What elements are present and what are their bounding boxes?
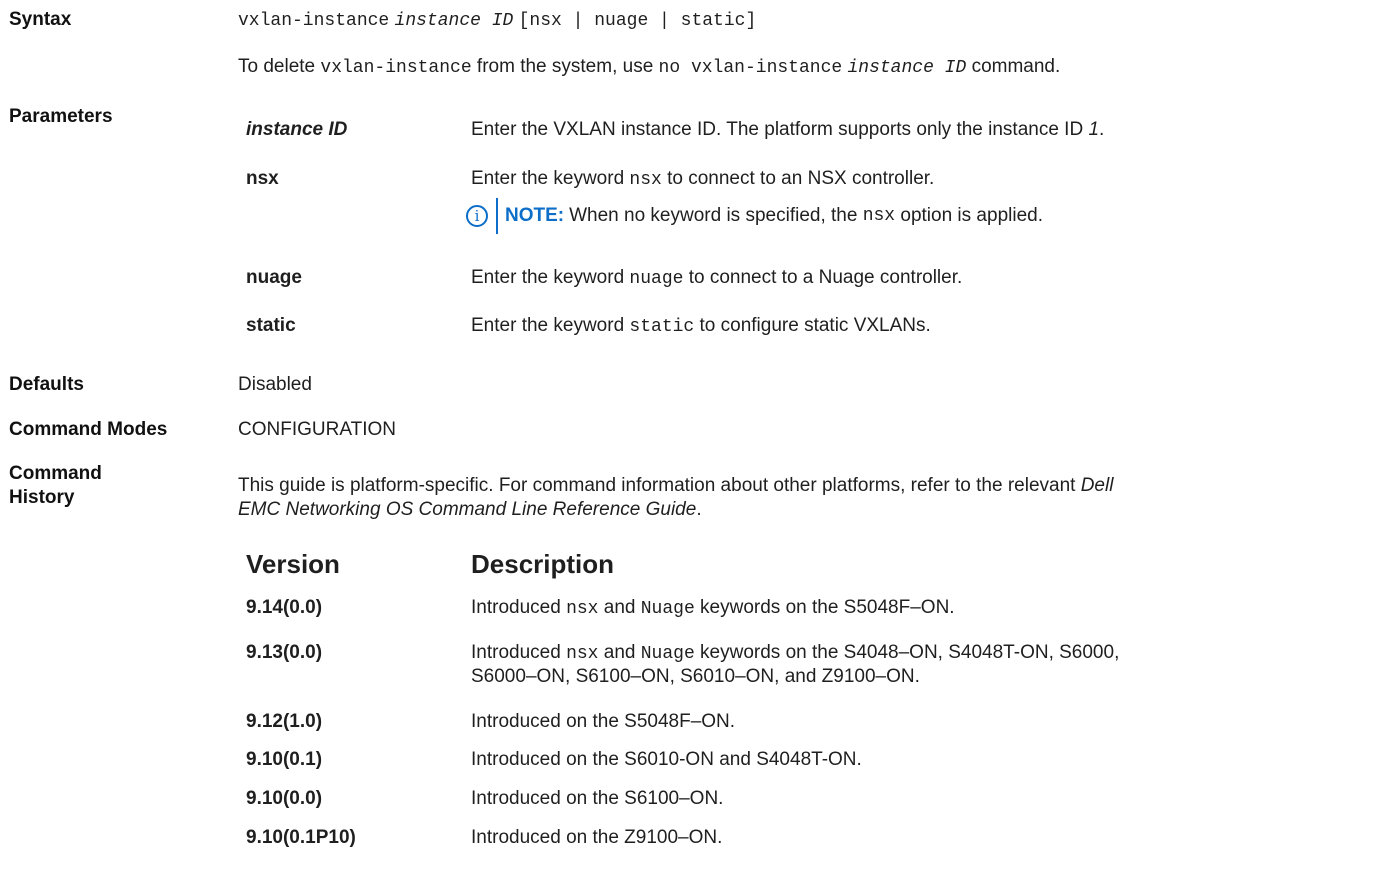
command-history-label-line2: History <box>9 487 75 508</box>
delete-prefix: To delete <box>238 56 316 77</box>
history-row-description: Introduced on the S5048F–ON. <box>471 711 736 732</box>
history-row-version: 9.10(0.0) <box>246 788 323 809</box>
delete-command: vxlan-instance <box>320 58 472 78</box>
param-desc-emphasis: 1 <box>1088 119 1100 140</box>
syntax-label: Syntax <box>9 9 72 30</box>
row-text: and <box>603 642 636 663</box>
param-desc-instance-id: Enter the VXLAN instance ID. The platfor… <box>471 118 1104 142</box>
history-row-version: 9.14(0.0) <box>246 597 323 618</box>
history-row-description: Introduced on the Z9100–ON. <box>471 827 723 848</box>
history-row-version: 9.10(0.1P10) <box>246 827 356 848</box>
delete-argument: instance ID <box>847 58 967 78</box>
row-code: Nuage <box>640 599 695 619</box>
param-desc-end: to connect to a Nuage controller. <box>688 267 963 288</box>
param-term-static: static <box>246 315 296 336</box>
row-text: keywords on the S4048–ON, S4048T-ON, S60… <box>700 642 1120 663</box>
param-term-instance-id: instance ID <box>246 119 348 140</box>
param-desc-code: static <box>629 317 695 337</box>
param-desc-end: to configure static VXLANs. <box>699 315 931 336</box>
syntax-command: vxlan-instance <box>238 11 390 31</box>
note-text-post: option is applied. <box>900 205 1043 226</box>
delete-no-command: no vxlan-instance <box>658 58 843 78</box>
param-desc-text: Enter the VXLAN instance ID. The platfor… <box>471 119 1084 140</box>
note-code: nsx <box>862 206 896 226</box>
history-intro-line1: This guide is platform-specific. For com… <box>238 474 1113 498</box>
syntax-line: vxlan-instance instance ID [nsx | nuage … <box>238 8 756 33</box>
history-col-version: Version <box>246 549 340 579</box>
command-modes-value: CONFIGURATION <box>238 419 396 440</box>
note-divider <box>496 198 498 234</box>
command-history-label: Command History <box>9 462 102 510</box>
history-intro-emphasis: Dell <box>1080 475 1114 496</box>
command-history-label-line1: Command <box>9 463 102 484</box>
syntax-delete-line: To delete vxlan-instance from the system… <box>238 55 1060 80</box>
history-intro-guide-title: EMC Networking OS Command Line Reference… <box>238 499 697 520</box>
param-desc-code: nsx <box>629 170 662 190</box>
param-desc-end: to connect to an NSX controller. <box>667 168 935 189</box>
delete-suffix: command. <box>971 56 1061 77</box>
delete-mid: from the system, use <box>476 56 654 77</box>
param-desc-end: . <box>1099 119 1105 140</box>
defaults-label: Defaults <box>9 374 84 395</box>
parameters-label: Parameters <box>9 106 113 127</box>
history-row-description: Introduced nsx and Nuage keywords on the… <box>471 641 1119 666</box>
note-box: i NOTE: When no keyword is specified, th… <box>466 198 1043 234</box>
row-text: Introduced <box>471 597 561 618</box>
param-desc-nuage: Enter the keyword nuage to connect to a … <box>471 266 962 291</box>
param-term-nuage: nuage <box>246 267 302 288</box>
history-row-description: Introduced on the S6010-ON and S4048T-ON… <box>471 749 862 770</box>
row-code: nsx <box>566 644 599 664</box>
history-row-version: 9.12(1.0) <box>246 711 323 732</box>
note-label: NOTE: <box>505 205 565 226</box>
row-code: Nuage <box>640 644 695 664</box>
param-term-nsx: nsx <box>246 168 279 189</box>
note-text-pre: When no keyword is specified, the <box>569 205 858 226</box>
param-desc-text: Enter the keyword <box>471 168 625 189</box>
syntax-argument: instance ID <box>394 11 514 31</box>
row-text: and <box>603 597 636 618</box>
row-code: nsx <box>566 599 599 619</box>
history-intro-line2: EMC Networking OS Command Line Reference… <box>238 498 702 522</box>
row-text: keywords on the S5048F–ON. <box>700 597 955 618</box>
command-modes-label: Command Modes <box>9 419 168 440</box>
syntax-options: [nsx | nuage | static] <box>518 11 757 31</box>
history-col-description: Description <box>471 549 615 579</box>
history-row-version: 9.10(0.1) <box>246 749 323 770</box>
history-row-description: Introduced on the S6100–ON. <box>471 788 724 809</box>
history-intro-text: This guide is platform-specific. For com… <box>238 475 1076 496</box>
defaults-value: Disabled <box>238 374 312 395</box>
row-text: Introduced <box>471 642 561 663</box>
history-intro-end: . <box>696 499 702 520</box>
history-row-version: 9.13(0.0) <box>246 642 323 663</box>
history-row-description: Introduced nsx and Nuage keywords on the… <box>471 596 955 621</box>
history-row-description-line2: S6000–ON, S6100–ON, S6010–ON, and Z9100–… <box>471 666 920 687</box>
param-desc-text: Enter the keyword <box>471 315 625 336</box>
param-desc-static: Enter the keyword static to configure st… <box>471 314 931 339</box>
info-icon: i <box>466 205 488 227</box>
param-desc-code: nuage <box>629 269 684 289</box>
param-desc-text: Enter the keyword <box>471 267 625 288</box>
param-desc-nsx: Enter the keyword nsx to connect to an N… <box>471 167 934 192</box>
